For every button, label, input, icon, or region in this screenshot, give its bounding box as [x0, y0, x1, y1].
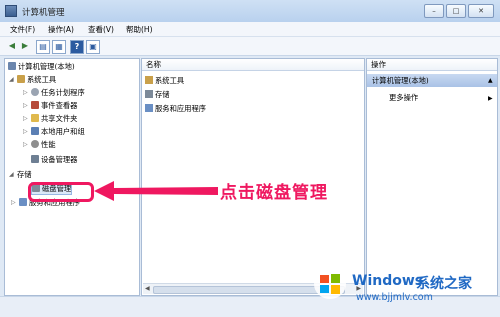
tree-item-storage[interactable]: 存储 — [17, 169, 32, 180]
tree-root[interactable]: 计算机管理(本地) — [8, 61, 75, 72]
computer-management-window: 计算机管理 – □ ✕ 文件(F) 操作(A) 查看(V) 帮助(H) ◀ ▶ … — [0, 0, 500, 317]
tree-item-task-scheduler[interactable]: 任务计划程序 — [31, 87, 85, 98]
tree-item-shared-folders[interactable]: 共享文件夹 — [31, 113, 77, 124]
tools-icon — [17, 75, 25, 83]
show-hide-tree-icon[interactable]: ▦ — [52, 40, 66, 54]
properties-icon[interactable]: ▣ — [86, 40, 100, 54]
menu-action[interactable]: 操作(A) — [48, 24, 74, 35]
collapse-icon[interactable]: ◢ — [9, 171, 14, 178]
computer-management-icon — [5, 5, 17, 17]
storage-icon — [145, 90, 153, 98]
more-actions-link[interactable]: 更多操作 — [389, 93, 418, 103]
watermark-url: www.bjjmlv.com — [356, 292, 433, 303]
name-column-header[interactable]: 名称 — [142, 59, 364, 71]
event-viewer-icon — [31, 101, 39, 109]
forward-arrow-icon[interactable]: ▶ — [19, 40, 31, 52]
watermark-brand-cn: 系统之家 — [416, 276, 472, 292]
device-manager-icon — [31, 155, 39, 163]
navigation-tree: 计算机管理(本地) ◢ 系统工具 ▷ 任务计划程序 ▷ 事件查看器 ▷ 共享文件… — [4, 58, 140, 296]
collapse-up-icon[interactable]: ▲ — [488, 77, 493, 84]
tree-item-performance[interactable]: 性能 — [31, 139, 56, 150]
up-folder-icon[interactable]: ▤ — [36, 40, 50, 54]
minimize-button[interactable]: – — [424, 4, 444, 18]
annotation-text: 点击磁盘管理 — [220, 183, 328, 203]
tools-icon — [145, 76, 153, 84]
actions-pane: 操作 计算机管理(本地) ▲ 更多操作 ▶ — [366, 58, 498, 296]
arrow-icon — [94, 181, 218, 201]
tree-item-device-manager[interactable]: 设备管理器 — [31, 154, 77, 165]
performance-icon — [31, 140, 39, 148]
computer-icon — [8, 62, 16, 70]
services-icon — [19, 198, 27, 206]
expand-icon[interactable]: ▷ — [23, 141, 28, 148]
watermark-brand: Windows — [352, 273, 424, 289]
help-icon[interactable]: ? — [70, 40, 84, 54]
users-icon — [31, 127, 39, 135]
windows-logo-icon — [314, 269, 346, 299]
menu-bar: 文件(F) 操作(A) 查看(V) 帮助(H) — [0, 22, 500, 37]
actions-section-computer-management[interactable]: 计算机管理(本地) — [367, 74, 497, 87]
expand-icon[interactable]: ▷ — [23, 115, 28, 122]
expand-icon[interactable]: ▷ — [23, 128, 28, 135]
submenu-arrow-icon: ▶ — [488, 95, 493, 102]
tree-item-local-users[interactable]: 本地用户和组 — [31, 126, 85, 137]
scroll-left-icon[interactable]: ◀ — [145, 285, 150, 292]
list-item[interactable]: 系统工具 — [145, 75, 184, 86]
shared-folder-icon — [31, 114, 39, 122]
services-icon — [145, 104, 153, 112]
clock-icon — [31, 88, 39, 96]
collapse-icon[interactable]: ◢ — [9, 76, 14, 83]
menu-file[interactable]: 文件(F) — [10, 24, 35, 35]
list-item[interactable]: 服务和应用程序 — [145, 103, 206, 114]
expand-icon[interactable]: ▷ — [23, 102, 28, 109]
tree-item-system-tools[interactable]: 系统工具 — [17, 74, 56, 85]
expand-icon[interactable]: ▷ — [11, 199, 16, 206]
close-button[interactable]: ✕ — [468, 4, 494, 18]
toolbar: ◀ ▶ ▤ ▦ ? ▣ — [0, 37, 500, 56]
highlight-box — [28, 182, 94, 202]
content-pane: 名称 系统工具 存储 服务和应用程序 ◀ ▶ — [141, 58, 365, 296]
menu-help[interactable]: 帮助(H) — [126, 24, 153, 35]
expand-icon[interactable]: ▷ — [23, 89, 28, 96]
maximize-button[interactable]: □ — [446, 4, 466, 18]
window-title: 计算机管理 — [22, 8, 65, 18]
menu-view[interactable]: 查看(V) — [88, 24, 114, 35]
list-item[interactable]: 存储 — [145, 89, 170, 100]
actions-header: 操作 — [367, 59, 497, 71]
title-bar: 计算机管理 – □ ✕ — [0, 0, 500, 23]
back-arrow-icon[interactable]: ◀ — [6, 40, 18, 52]
tree-item-event-viewer[interactable]: 事件查看器 — [31, 100, 77, 111]
